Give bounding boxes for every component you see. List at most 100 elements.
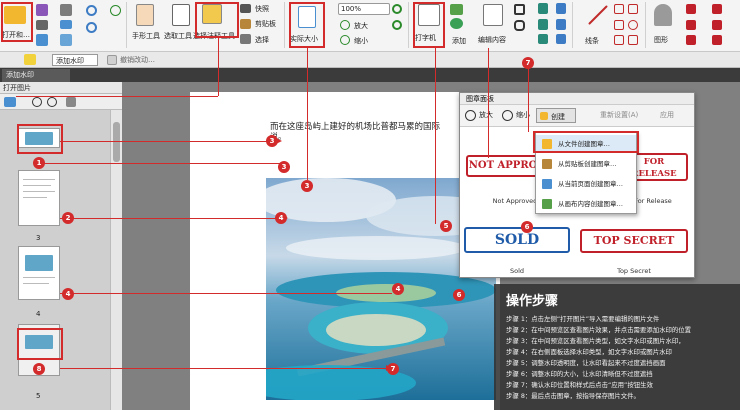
highlight-icon[interactable]: [556, 3, 566, 14]
graphics-label[interactable]: 图形: [654, 35, 668, 45]
sound-icon[interactable]: [556, 34, 566, 44]
zoom-value[interactable]: 100%: [341, 5, 361, 13]
scan-icon[interactable]: [60, 34, 72, 46]
connector-line: [60, 368, 386, 369]
page-number: 3: [36, 234, 41, 242]
create-button[interactable]: 创建: [536, 108, 576, 123]
text-line: [23, 277, 55, 278]
clipboard-icon[interactable]: [240, 19, 251, 29]
step-4: 步骤 4：在右侧面板选择水印类型，如文字水印或图片水印: [506, 348, 672, 356]
text-box-icon[interactable]: [538, 19, 548, 30]
document-tab[interactable]: 添加水印: [2, 69, 70, 82]
perimeter-icon[interactable]: [712, 20, 722, 30]
connector-line: [60, 141, 272, 142]
underline-icon[interactable]: [556, 19, 566, 30]
panel-menu-icon[interactable]: [66, 97, 76, 107]
edit-content-label[interactable]: 编辑内容: [478, 35, 506, 45]
print-setup-icon[interactable]: [60, 4, 72, 16]
panel-scrollbar[interactable]: [110, 110, 122, 410]
line-icon[interactable]: [588, 5, 608, 25]
options-icon[interactable]: [4, 97, 16, 107]
dialog-title: 图章面板: [460, 93, 694, 105]
region-icon[interactable]: [712, 35, 722, 45]
zoom-in-icon[interactable]: [340, 20, 350, 30]
edit-content-icon[interactable]: [483, 4, 503, 26]
pencil-shape-icon[interactable]: [628, 35, 638, 45]
step-5: 步骤 5：调整水印透明度，让水印看起来不过度遮挡画面: [506, 359, 666, 367]
measure-icon[interactable]: [686, 20, 696, 30]
annotation-badge-6: 6: [453, 289, 465, 301]
snapshot-label[interactable]: 快照: [255, 4, 269, 14]
panel-zoom-in-icon[interactable]: [32, 97, 42, 107]
dialog-zoom-out-icon[interactable]: [502, 110, 513, 121]
page-icon: [542, 179, 552, 189]
crop-icon[interactable]: [514, 4, 525, 15]
page-text-line-1: 而在这座岛屿上建好的机场比普都马累的国际: [270, 122, 441, 132]
callout-icon[interactable]: [538, 34, 548, 44]
menu-item-from-canvas[interactable]: 从画布内容创建图章…: [536, 195, 636, 213]
page-thumbnail-3[interactable]: [18, 246, 60, 300]
redo-icon[interactable]: [86, 22, 97, 33]
annotation-badge-1: 1: [33, 157, 45, 169]
annotation-badge-4b: 4: [275, 212, 287, 224]
distance-icon[interactable]: [712, 4, 722, 14]
select-tool-label[interactable]: 选取工具: [164, 31, 192, 41]
revert-label[interactable]: 撤销改动…: [120, 54, 155, 66]
attach-label[interactable]: 添加: [452, 36, 466, 46]
dialog-zoom-in-label[interactable]: 放大: [479, 110, 493, 120]
image-icon[interactable]: [450, 4, 463, 15]
rotate-icon[interactable]: [392, 4, 402, 14]
menu-item-from-page[interactable]: 从当前页面创建图章…: [536, 175, 636, 193]
eraser-icon[interactable]: [686, 4, 696, 14]
polygon-icon[interactable]: [628, 4, 638, 14]
rectangle-shape-icon[interactable]: [614, 20, 624, 30]
page-thumbnail-2[interactable]: [18, 170, 60, 226]
email-icon[interactable]: [60, 20, 72, 29]
text-icon[interactable]: [538, 3, 548, 14]
watermark-dropdown[interactable]: 添加水印: [52, 54, 98, 66]
panel-zoom-out-icon[interactable]: [47, 97, 57, 107]
area-icon[interactable]: [686, 35, 696, 45]
apply-button[interactable]: 应用: [660, 110, 674, 120]
document-icon[interactable]: [36, 34, 48, 46]
print-icon[interactable]: [36, 20, 48, 30]
add-icon[interactable]: [110, 5, 121, 16]
connector-line: [307, 48, 308, 180]
step-6: 步骤 6：调整水印的大小，让水印清晰但不过度遮挡: [506, 370, 653, 378]
undo-icon[interactable]: [86, 5, 97, 16]
revert-icon[interactable]: [107, 55, 117, 65]
camera-icon[interactable]: [240, 4, 251, 13]
oval-shape-icon[interactable]: [628, 20, 638, 30]
hand-tool-label[interactable]: 手形工具: [132, 31, 160, 41]
zoom-out-label[interactable]: 缩小: [354, 36, 368, 46]
select-icon[interactable]: [240, 34, 251, 44]
zoom-out-icon[interactable]: [340, 35, 350, 45]
scrollbar-thumb[interactable]: [113, 122, 120, 162]
link-icon[interactable]: [514, 20, 525, 31]
connector-line: [435, 48, 436, 224]
menu-item-from-clipboard[interactable]: 从剪贴板创建图章…: [536, 155, 636, 173]
hand-tool-icon[interactable]: [136, 4, 154, 26]
clipboard-label[interactable]: 剪贴板: [255, 19, 276, 29]
arrow-shape-icon[interactable]: [614, 4, 624, 14]
reset-button[interactable]: 重新设置(A): [600, 110, 638, 120]
stamp-top-secret[interactable]: TOP SECRET: [580, 229, 688, 253]
text-line: [23, 197, 47, 198]
stamp-person-icon[interactable]: [654, 4, 672, 26]
zoom-in-label[interactable]: 放大: [354, 21, 368, 31]
save-icon[interactable]: [36, 4, 48, 16]
text-line: [23, 191, 55, 192]
annotation-badge-3b: 3: [278, 161, 290, 173]
refresh-icon[interactable]: [392, 20, 402, 30]
select-label[interactable]: 选择: [255, 35, 269, 45]
stamp-sold[interactable]: SOLD: [464, 227, 570, 253]
dialog-zoom-in-icon[interactable]: [465, 110, 476, 121]
create-button-label: 创建: [551, 113, 565, 121]
select-text-icon[interactable]: [172, 4, 190, 26]
cloud-shape-icon[interactable]: [614, 35, 624, 45]
line-label[interactable]: 线条: [585, 36, 599, 46]
note-icon[interactable]: [24, 54, 36, 65]
ribbon-separator: [408, 2, 409, 48]
attach-add-icon[interactable]: [450, 18, 463, 29]
highlight-select-tools: [195, 2, 239, 38]
